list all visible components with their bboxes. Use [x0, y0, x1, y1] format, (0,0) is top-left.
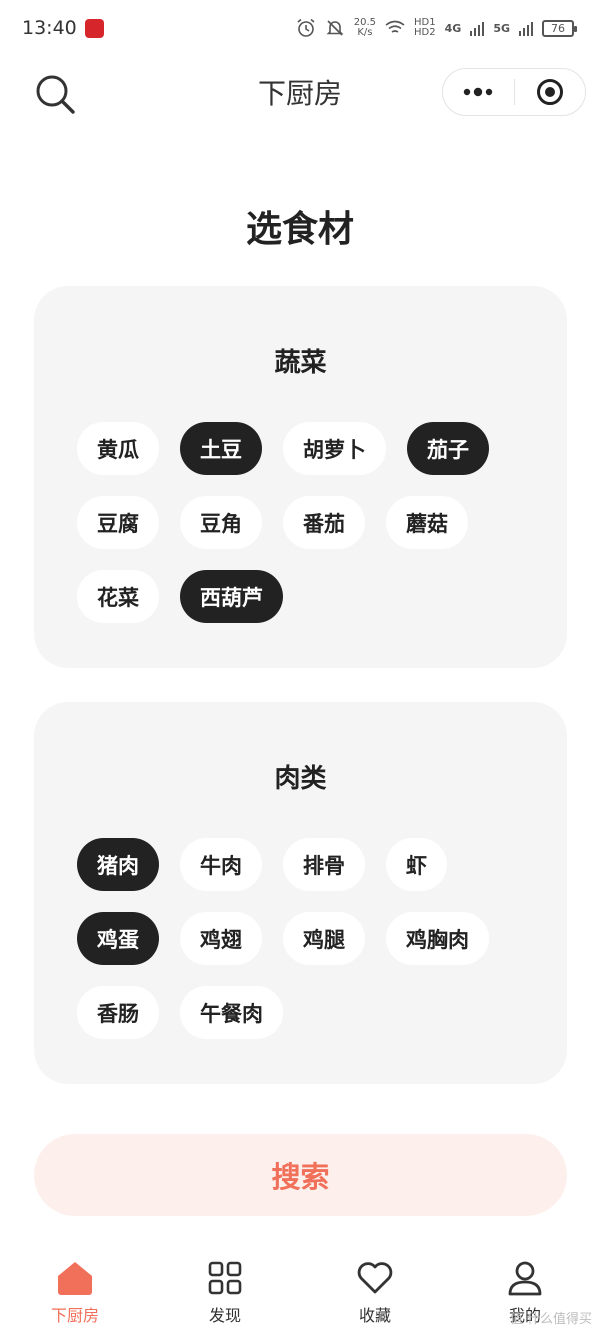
notification-app-icon	[84, 18, 104, 38]
signal-icon-1	[470, 20, 485, 36]
tab-discover[interactable]: 发现	[150, 1248, 300, 1333]
user-icon	[505, 1258, 545, 1298]
category-title: 蔬菜	[274, 348, 327, 378]
ingredient-chip[interactable]: 猪肉	[77, 838, 159, 891]
ingredient-chip[interactable]: 香肠	[77, 986, 159, 1039]
ingredient-chip[interactable]: 西葫芦	[180, 570, 283, 623]
watermark: 值 什么值得买	[509, 1312, 592, 1327]
nav-bar: 下厨房	[0, 58, 600, 124]
hd-2: HD2	[414, 27, 436, 38]
ingredient-chip[interactable]: 鸡蛋	[77, 912, 159, 965]
ingredient-chip[interactable]: 花菜	[77, 570, 159, 623]
ingredient-list: 猪肉 牛肉 排骨 虾 鸡蛋 鸡翅 鸡腿 鸡胸肉 香肠 午餐肉	[77, 838, 547, 1039]
mini-program-capsule	[442, 68, 586, 116]
home-icon	[55, 1258, 95, 1298]
ingredient-chip[interactable]: 豆角	[180, 496, 262, 549]
grid-icon	[205, 1258, 245, 1298]
ingredient-chip[interactable]: 黄瓜	[77, 422, 159, 475]
bell-off-icon	[326, 20, 344, 36]
battery-icon: 76	[542, 19, 577, 37]
app-screen: 13:40 20.5 K/s HD1 HD2 4G 5G 76 下厨房 选食材 …	[0, 0, 600, 1333]
ingredient-chip[interactable]: 牛肉	[180, 838, 262, 891]
target-icon	[536, 79, 563, 105]
ingredient-chip[interactable]: 鸡腿	[283, 912, 365, 965]
ingredient-chip[interactable]: 茄子	[407, 422, 489, 475]
ingredient-chip[interactable]: 排骨	[283, 838, 365, 891]
category-title: 肉类	[274, 764, 327, 794]
category-card-vegetables: 蔬菜 黄瓜 土豆 胡萝卜 茄子 豆腐 豆角 番茄 蘑菇 花菜 西葫芦	[34, 286, 567, 668]
page-heading: 选食材	[245, 209, 354, 250]
more-dots-icon	[464, 87, 493, 97]
alarm-icon	[297, 18, 315, 37]
battery-level: 76	[551, 21, 565, 35]
network-5g: 5G	[493, 21, 510, 35]
signal-icon-2	[519, 20, 533, 36]
status-bar: 13:40 20.5 K/s HD1 HD2 4G 5G 76	[0, 0, 600, 56]
net-speed-unit: K/s	[357, 27, 373, 38]
wifi-icon	[385, 20, 405, 33]
more-button[interactable]	[443, 69, 514, 115]
ingredient-chip[interactable]: 豆腐	[77, 496, 159, 549]
ingredient-chip[interactable]: 午餐肉	[180, 986, 283, 1039]
tab-home[interactable]: 下厨房	[0, 1248, 150, 1333]
tab-label: 发现	[208, 1306, 241, 1325]
tab-label: 收藏	[358, 1306, 391, 1325]
category-card-meat: 肉类 猪肉 牛肉 排骨 虾 鸡蛋 鸡翅 鸡腿 鸡胸肉 香肠 午餐肉	[34, 702, 567, 1084]
tab-label: 下厨房	[50, 1306, 99, 1325]
ingredient-chip[interactable]: 土豆	[180, 422, 262, 475]
close-button[interactable]	[515, 69, 586, 115]
net-speed: 20.5 K/s	[354, 18, 376, 38]
ingredient-chip[interactable]: 鸡胸肉	[386, 912, 489, 965]
tab-favorites[interactable]: 收藏	[300, 1248, 450, 1333]
ingredient-chip[interactable]: 蘑菇	[386, 496, 468, 549]
search-button[interactable]: 搜索	[34, 1134, 567, 1216]
heart-icon	[355, 1258, 395, 1298]
ingredient-chip[interactable]: 鸡翅	[180, 912, 262, 965]
ingredient-chip[interactable]: 胡萝卜	[283, 422, 386, 475]
status-time: 13:40	[22, 17, 77, 39]
status-left: 13:40	[22, 17, 104, 39]
status-right: 20.5 K/s HD1 HD2 4G 5G 76	[296, 18, 577, 38]
ingredient-chip[interactable]: 虾	[386, 838, 447, 891]
network-4g: 4G	[444, 21, 462, 35]
hd-indicator: HD1 HD2	[414, 18, 436, 38]
ingredient-chip[interactable]: 番茄	[283, 496, 365, 549]
ingredient-list: 黄瓜 土豆 胡萝卜 茄子 豆腐 豆角 番茄 蘑菇 花菜 西葫芦	[77, 422, 547, 623]
